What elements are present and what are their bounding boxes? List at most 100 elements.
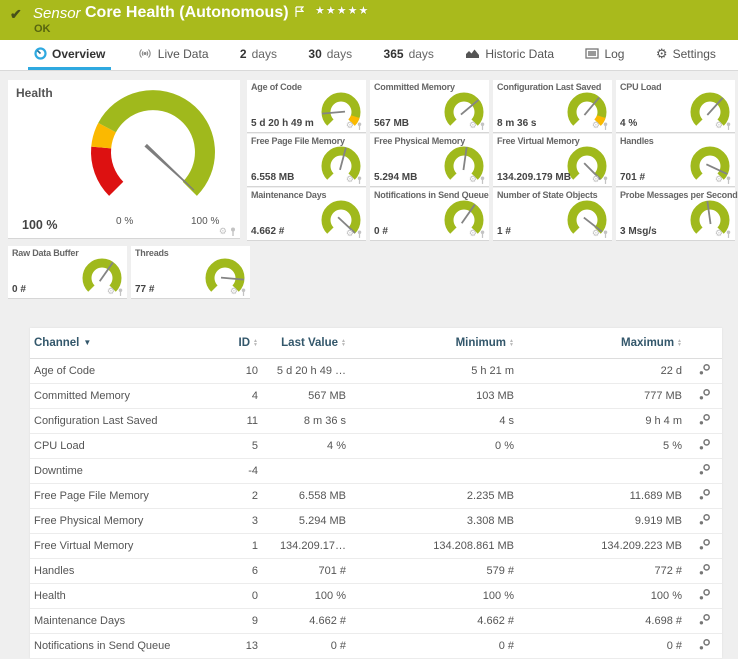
channel-settings-wrench-icon[interactable] (686, 559, 722, 584)
gauge-card-age-of-code[interactable]: Age of Code 5 d 20 h 49 m ⚙ (247, 80, 366, 133)
gauge-settings-gear-icon[interactable]: ⚙ (469, 175, 477, 184)
table-row[interactable]: Health 0 100 % 100 % 100 % (30, 584, 722, 609)
cell-id: 10 (226, 359, 262, 384)
table-row[interactable]: CPU Load 5 4 % 0 % 5 % (30, 434, 722, 459)
cell-channel: Configuration Last Saved (30, 409, 226, 434)
pin-icon[interactable] (356, 176, 363, 184)
gauge-card-health[interactable]: Health 0 % 100 % 100 % ⚙ (8, 80, 240, 239)
pin-icon[interactable] (602, 230, 609, 238)
gauge-settings-gear-icon[interactable]: ⚙ (715, 121, 723, 130)
flag-icon (295, 4, 304, 22)
channel-settings-wrench-icon[interactable] (686, 634, 722, 659)
column-header-minimum[interactable]: Minimum▲▼ (350, 328, 518, 359)
table-row[interactable]: Age of Code 10 5 d 20 h 49 … 5 h 21 m 22… (30, 359, 722, 384)
pin-icon[interactable] (356, 230, 363, 238)
gauge-settings-gear-icon[interactable]: ⚙ (346, 175, 354, 184)
pin-icon[interactable] (725, 176, 732, 184)
cell-channel: CPU Load (30, 434, 226, 459)
column-header-channel[interactable]: Channel▼ (30, 328, 226, 359)
channel-settings-wrench-icon[interactable] (686, 609, 722, 634)
table-row[interactable]: Maintenance Days 9 4.662 # 4.662 # 4.698… (30, 609, 722, 634)
tab-365-days[interactable]: 365 days (378, 40, 440, 70)
table-row[interactable]: Notifications in Send Queue 13 0 # 0 # 0… (30, 634, 722, 659)
gauge-card-notifications-in-send-queue[interactable]: Notifications in Send Queue 0 # ⚙ (370, 188, 489, 241)
priority-stars[interactable]: ★★★★★ (315, 4, 369, 17)
pin-icon[interactable] (356, 122, 363, 130)
channel-settings-wrench-icon[interactable] (686, 384, 722, 409)
gauge-title: CPU Load (620, 82, 661, 92)
cell-id: 3 (226, 509, 262, 534)
gauge-card-raw-data-buffer[interactable]: Raw Data Buffer 0 # ⚙ (8, 246, 127, 299)
gauge-card-number-of-state-objects[interactable]: Number of State Objects 1 # ⚙ (493, 188, 612, 241)
pin-icon[interactable] (725, 230, 732, 238)
pin-icon[interactable] (117, 288, 124, 296)
pin-icon[interactable] (602, 122, 609, 130)
gauge-settings-gear-icon[interactable]: ⚙ (219, 227, 227, 236)
table-row[interactable]: Committed Memory 4 567 MB 103 MB 777 MB (30, 384, 722, 409)
gauge-settings-gear-icon[interactable]: ⚙ (469, 121, 477, 130)
channel-settings-wrench-icon[interactable] (686, 434, 722, 459)
channel-settings-wrench-icon[interactable] (686, 459, 722, 484)
pin-icon[interactable] (479, 230, 486, 238)
channel-settings-wrench-icon[interactable] (686, 509, 722, 534)
sensor-status-text: OK (34, 23, 51, 35)
gauge-settings-gear-icon[interactable]: ⚙ (107, 287, 115, 296)
pin-icon[interactable] (479, 176, 486, 184)
table-row[interactable]: Downtime -4 (30, 459, 722, 484)
pin-icon[interactable] (240, 288, 247, 296)
channel-settings-wrench-icon[interactable] (686, 534, 722, 559)
pin-icon[interactable] (602, 176, 609, 184)
gauge-settings-gear-icon[interactable]: ⚙ (592, 121, 600, 130)
tab-live-data[interactable]: Live Data (131, 40, 215, 70)
tab-30-days[interactable]: 30 days (302, 40, 358, 70)
table-row[interactable]: Free Physical Memory 3 5.294 MB 3.308 MB… (30, 509, 722, 534)
sort-icon: ▲▼ (509, 339, 514, 347)
channel-settings-wrench-icon[interactable] (686, 584, 722, 609)
gauge-settings-gear-icon[interactable]: ⚙ (592, 229, 600, 238)
gauge-card-probe-messages-per-second[interactable]: Probe Messages per Second 3 Msg/s ⚙ (616, 188, 735, 241)
pin-icon[interactable] (479, 122, 486, 130)
gauge-card-handles[interactable]: Handles 701 # ⚙ (616, 134, 735, 187)
gauge-card-maintenance-days[interactable]: Maintenance Days 4.662 # ⚙ (247, 188, 366, 241)
gauge-settings-gear-icon[interactable]: ⚙ (469, 229, 477, 238)
tab-historic-data[interactable]: Historic Data (459, 40, 560, 70)
tab-2-days[interactable]: 2 days (234, 40, 283, 70)
gauge-settings-gear-icon[interactable]: ⚙ (346, 229, 354, 238)
gauge-card-free-page-file-memory[interactable]: Free Page File Memory 6.558 MB ⚙ (247, 134, 366, 187)
channel-settings-wrench-icon[interactable] (686, 409, 722, 434)
pin-icon[interactable] (229, 227, 237, 236)
sensor-header: ✔ Sensor Core Health (Autonomous) ★★★★★ … (0, 0, 738, 40)
cell-last-value: 4 % (262, 434, 350, 459)
channel-settings-wrench-icon[interactable] (686, 359, 722, 384)
cell-channel: Health (30, 584, 226, 609)
cell-maximum: 22 d (518, 359, 686, 384)
table-row[interactable]: Configuration Last Saved 11 8 m 36 s 4 s… (30, 409, 722, 434)
table-row[interactable]: Handles 6 701 # 579 # 772 # (30, 559, 722, 584)
tab-log[interactable]: Log (579, 40, 630, 70)
column-header-id[interactable]: ID▲▼ (226, 328, 262, 359)
gauge-card-configuration-last-saved[interactable]: Configuration Last Saved 8 m 36 s ⚙ (493, 80, 612, 133)
gauge-settings-gear-icon[interactable]: ⚙ (230, 287, 238, 296)
cell-last-value: 5 d 20 h 49 … (262, 359, 350, 384)
column-header-maximum[interactable]: Maximum▲▼ (518, 328, 686, 359)
gauge-card-free-virtual-memory[interactable]: Free Virtual Memory 134.209.179 MB ⚙ (493, 134, 612, 187)
tab-settings[interactable]: ⚙ Settings (650, 40, 722, 70)
tab-overview[interactable]: Overview (28, 40, 111, 70)
gauge-settings-gear-icon[interactable]: ⚙ (346, 121, 354, 130)
gauge-card-free-physical-memory[interactable]: Free Physical Memory 5.294 MB ⚙ (370, 134, 489, 187)
gauge-settings-gear-icon[interactable]: ⚙ (592, 175, 600, 184)
broadcast-icon (137, 48, 153, 59)
gauge-title: Handles (620, 136, 654, 146)
gauge-card-threads[interactable]: Threads 77 # ⚙ (131, 246, 250, 299)
pin-icon[interactable] (725, 122, 732, 130)
gauge-settings-gear-icon[interactable]: ⚙ (715, 229, 723, 238)
tab-365-days-number: 365 (384, 47, 404, 61)
channel-settings-wrench-icon[interactable] (686, 484, 722, 509)
column-header-last-value[interactable]: Last Value▲▼ (262, 328, 350, 359)
gauge-card-cpu-load[interactable]: CPU Load 4 % ⚙ (616, 80, 735, 133)
table-row[interactable]: Free Page File Memory 2 6.558 MB 2.235 M… (30, 484, 722, 509)
table-row[interactable]: Free Virtual Memory 1 134.209.17… 134.20… (30, 534, 722, 559)
gauge-settings-gear-icon[interactable]: ⚙ (715, 175, 723, 184)
gauge-card-committed-memory[interactable]: Committed Memory 567 MB ⚙ (370, 80, 489, 133)
cell-maximum: 11.689 MB (518, 484, 686, 509)
